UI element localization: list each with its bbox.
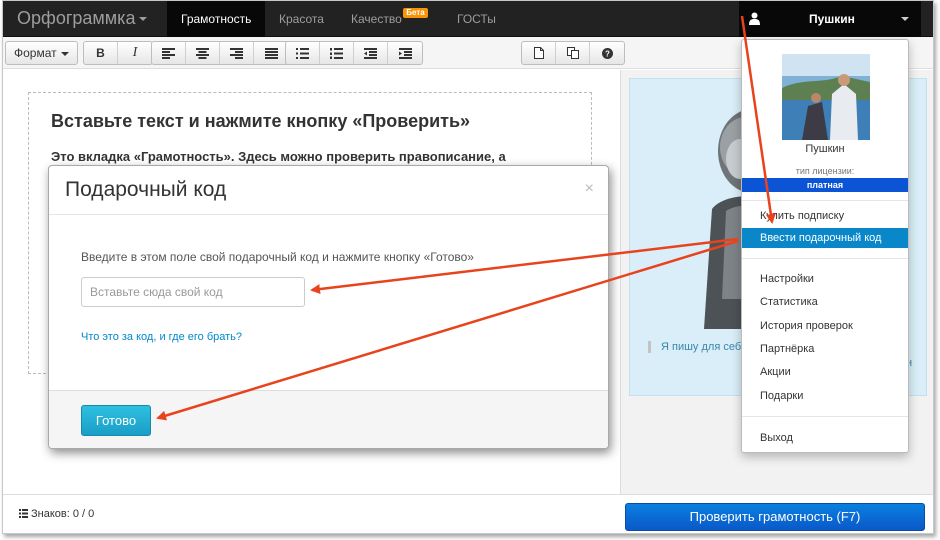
- tab-label: Качество: [351, 12, 402, 26]
- modal-title: Подарочный код: [65, 178, 227, 201]
- menu-item-buy-subscription[interactable]: Купить подписку: [742, 206, 908, 226]
- counter-value: 0 / 0: [72, 508, 95, 520]
- brand-menu[interactable]: Орфограммка: [17, 8, 148, 29]
- tab-gramotnost[interactable]: Грамотность: [167, 1, 266, 37]
- bold-icon: B: [96, 46, 105, 60]
- format-group: Формат: [5, 41, 78, 65]
- top-navbar: Орфограммка Грамотность Красота Качество…: [3, 1, 933, 37]
- license-label: тип лицензии:: [795, 166, 855, 176]
- align-group: [151, 41, 289, 65]
- dropdown-user-name: Пушкин: [805, 143, 845, 155]
- modal-footer: Готово: [49, 390, 608, 448]
- menu-divider: [742, 416, 908, 417]
- menu-item-promotions[interactable]: Акции: [742, 362, 908, 382]
- help-button[interactable]: ?: [590, 42, 624, 64]
- help-icon: ?: [601, 47, 613, 59]
- list-group: [285, 41, 423, 65]
- tab-label: Грамотность: [181, 12, 252, 26]
- menu-item-gifts[interactable]: Подарки: [742, 386, 908, 406]
- align-center-button[interactable]: [186, 42, 220, 64]
- quote-text: Я пишу для себ: [648, 341, 741, 353]
- format-label: Формат: [14, 46, 57, 60]
- bullet-list-button[interactable]: [286, 42, 320, 64]
- file-icon: [533, 47, 544, 59]
- brand-label: Орфограммка: [17, 8, 136, 28]
- format-dropdown[interactable]: Формат: [6, 42, 77, 64]
- user-name: Пушкин: [809, 12, 855, 26]
- avatar[interactable]: [782, 54, 870, 140]
- user-menu-toggle[interactable]: Пушкин: [739, 1, 921, 37]
- copy-button[interactable]: [556, 42, 590, 64]
- tab-krasota[interactable]: Красота: [265, 1, 338, 37]
- status-bar: Знаков: 0 / 0 Проверить грамотность (F7): [3, 494, 933, 533]
- submit-button[interactable]: Готово: [81, 405, 151, 436]
- align-left-button[interactable]: [152, 42, 186, 64]
- modal-header: Подарочный код ×: [49, 166, 608, 215]
- char-counter: Знаков: 0 / 0: [19, 508, 94, 520]
- gift-code-help-link[interactable]: Что это за код, и где его брать?: [81, 331, 242, 343]
- counter-label: Знаков:: [31, 508, 70, 520]
- style-group: B I: [83, 41, 153, 65]
- tab-gosty[interactable]: ГОСТы: [443, 1, 510, 37]
- align-right-button[interactable]: [220, 42, 254, 64]
- bold-button[interactable]: B: [84, 42, 118, 64]
- check-grammar-button[interactable]: Проверить грамотность (F7): [625, 503, 925, 531]
- menu-item-settings[interactable]: Настройки: [742, 269, 908, 289]
- align-center-icon: [196, 47, 209, 59]
- svg-text:?: ?: [605, 49, 610, 58]
- menu-item-statistics[interactable]: Статистика: [742, 292, 908, 312]
- editor-paragraph: Это вкладка «Грамотность». Здесь можно п…: [51, 149, 506, 164]
- gift-code-modal: Подарочный код × Введите в этом поле сво…: [48, 165, 609, 449]
- align-left-icon: [162, 47, 175, 59]
- outdent-button[interactable]: [354, 42, 388, 64]
- menu-divider: [742, 258, 908, 259]
- app-window: Орфограммка Грамотность Красота Качество…: [2, 0, 934, 534]
- close-icon[interactable]: ×: [585, 180, 594, 198]
- document-group: ?: [521, 41, 625, 65]
- gift-code-input[interactable]: [81, 277, 305, 307]
- chevron-down-icon: [139, 17, 148, 22]
- tab-label: ГОСТы: [457, 12, 496, 26]
- align-justify-button[interactable]: [254, 42, 288, 64]
- menu-divider: [742, 200, 908, 201]
- tab-kachestvo[interactable]: Качество Бета: [337, 1, 430, 37]
- new-document-button[interactable]: [522, 42, 556, 64]
- menu-item-logout[interactable]: Выход: [742, 428, 908, 448]
- tab-label: Красота: [279, 12, 324, 26]
- chevron-down-icon: [60, 51, 69, 56]
- modal-hint: Введите в этом поле свой подарочный код …: [81, 250, 474, 264]
- menu-item-history[interactable]: История проверок: [742, 316, 908, 336]
- license-badge: платная: [742, 178, 908, 192]
- numbered-list-icon: [330, 47, 343, 59]
- indent-button[interactable]: [388, 42, 422, 64]
- italic-icon: I: [132, 45, 138, 60]
- copy-icon: [566, 47, 579, 59]
- menu-item-enter-gift-code[interactable]: Ввести подарочный код: [742, 228, 908, 248]
- editor-heading: Вставьте текст и нажмите кнопку «Провери…: [51, 111, 471, 131]
- indent-icon: [398, 47, 412, 59]
- italic-button[interactable]: I: [118, 42, 152, 64]
- list-icon: [19, 509, 28, 518]
- user-icon: [749, 12, 760, 25]
- user-dropdown-menu: Пушкин тип лицензии: платная Купить подп…: [741, 39, 909, 453]
- beta-badge: Бета: [403, 8, 428, 18]
- chevron-down-icon: [901, 17, 909, 21]
- menu-item-partner[interactable]: Партнёрка: [742, 339, 908, 359]
- outdent-icon: [364, 47, 377, 59]
- align-justify-icon: [264, 47, 278, 59]
- align-right-icon: [230, 47, 243, 59]
- bullet-list-icon: [296, 47, 309, 59]
- numbered-list-button[interactable]: [320, 42, 354, 64]
